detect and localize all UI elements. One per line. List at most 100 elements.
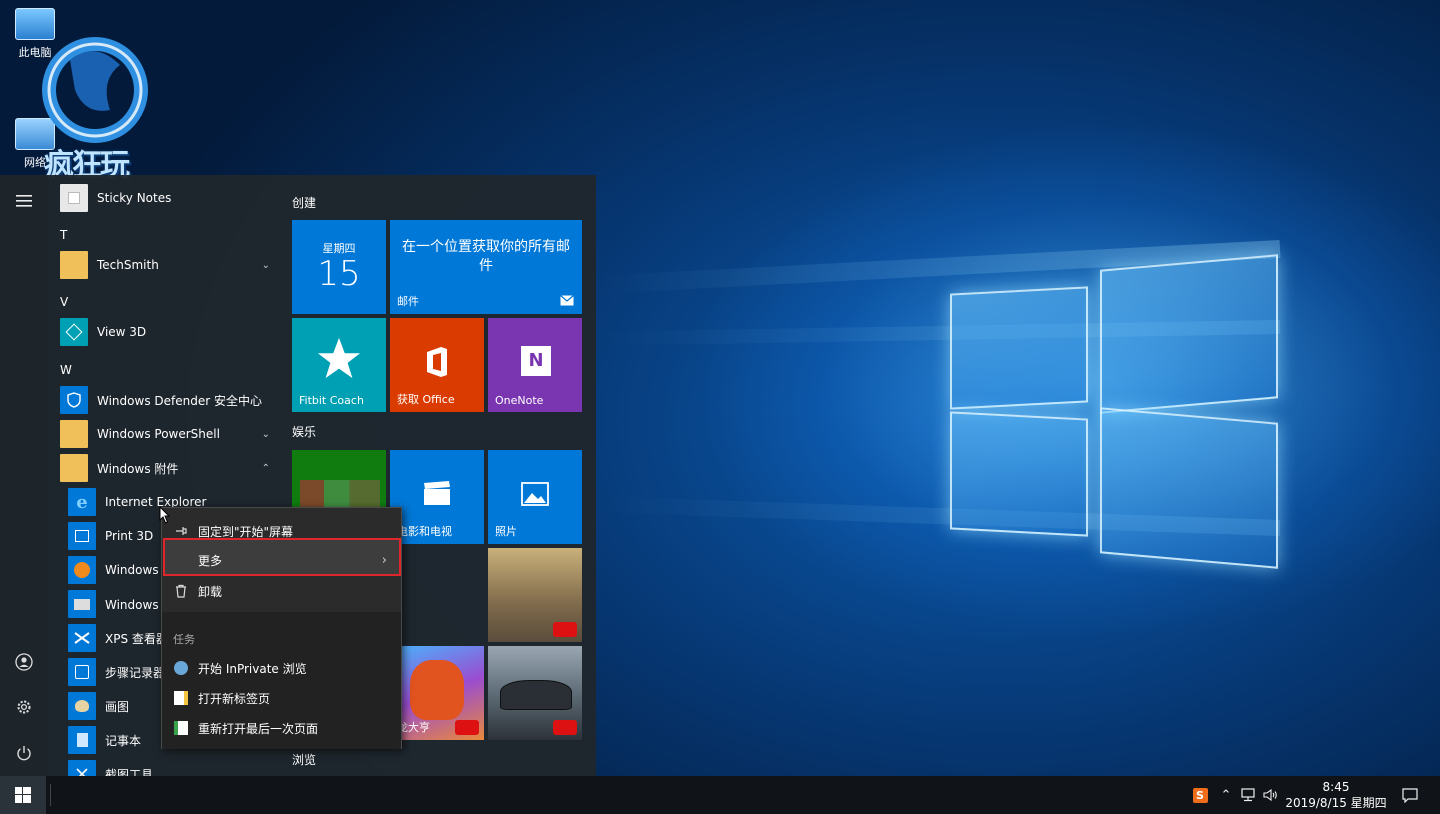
tile-label: 电影和电视 — [397, 525, 452, 538]
app-view-3d[interactable]: View 3D — [60, 316, 280, 348]
task-inprivate-item[interactable]: 开始 InPrivate 浏览 — [162, 653, 401, 683]
logo-pane-br — [1100, 407, 1278, 569]
chevron-up-icon: ⌃ — [261, 462, 270, 474]
app-label: 步骤记录器 — [105, 665, 166, 680]
expand-menu-button[interactable] — [0, 181, 48, 221]
user-account-button[interactable] — [0, 642, 48, 682]
more-item[interactable]: 更多 › — [162, 545, 401, 575]
app-label: 画图 — [105, 699, 130, 714]
folder-windows-accessories[interactable]: Windows 附件 ⌃ — [60, 452, 280, 484]
app-label: View 3D — [97, 325, 147, 339]
menu-item-label: 卸载 — [198, 584, 223, 599]
notepad-icon — [68, 726, 96, 754]
folder-icon — [60, 251, 88, 279]
hamburger-icon — [16, 195, 32, 207]
folder-icon — [60, 454, 88, 482]
tile-onenote[interactable]: N OneNote — [488, 318, 582, 412]
mail-headline: 在一个位置获取你的所有邮件 — [402, 239, 570, 274]
network-icon — [1241, 788, 1255, 802]
tile-label: 获取 Office — [397, 393, 455, 406]
menu-item-label: 重新打开最后一次页面 — [198, 721, 319, 736]
tile-label: Fitbit Coach — [299, 394, 364, 407]
tile-label: 照片 — [495, 525, 517, 538]
dragon-image — [410, 660, 464, 720]
gameloft-badge — [455, 720, 479, 735]
tile-photos[interactable]: 照片 — [488, 450, 582, 544]
power-button[interactable] — [0, 733, 48, 773]
context-menu: 固定到"开始"屏幕 更多 › 卸载 任务 开始 InPrivate 浏览 打开新… — [161, 507, 402, 749]
paint-icon — [68, 692, 96, 720]
user-icon — [15, 653, 33, 671]
notification-icon — [1402, 787, 1418, 803]
tile-fitbit-coach[interactable]: Fitbit Coach — [292, 318, 386, 412]
snipping-icon — [68, 760, 96, 776]
app-sticky-notes[interactable]: Sticky Notes — [60, 182, 280, 214]
group-title-create[interactable]: 创建 — [292, 194, 316, 211]
print3d-icon — [68, 522, 96, 550]
reopen-page-icon — [174, 721, 188, 735]
app-label: TechSmith — [97, 258, 159, 272]
ie-icon — [174, 661, 188, 675]
action-center-button[interactable] — [1398, 776, 1422, 814]
power-icon — [17, 746, 31, 761]
tile-game-dragon[interactable]: 龙大亨 — [390, 646, 484, 740]
tile-game-asphalt[interactable] — [488, 646, 582, 740]
chevron-down-icon: ⌄ — [261, 428, 270, 440]
pin-icon — [176, 527, 187, 535]
letter-header-t[interactable]: T — [60, 228, 67, 242]
xps-icon — [68, 624, 96, 652]
tile-calendar[interactable]: 星期四 15 — [292, 220, 386, 314]
chevron-down-icon: ⌄ — [261, 259, 270, 271]
app-label: Windows 附件 — [97, 461, 179, 476]
ie-icon: e — [68, 488, 96, 516]
folder-techsmith[interactable]: TechSmith ⌄ — [60, 249, 280, 281]
folder-icon — [60, 420, 88, 448]
app-label: Windows PowerShell — [97, 427, 220, 441]
start-button[interactable] — [0, 776, 46, 814]
group-title-entertainment[interactable]: 娱乐 — [292, 423, 316, 440]
tile-get-office[interactable]: 获取 Office — [390, 318, 484, 412]
clock[interactable]: 8:45 2019/8/15 星期四 — [1278, 779, 1394, 811]
clock-time: 8:45 — [1322, 780, 1350, 794]
logo-pane-tr — [1100, 254, 1278, 414]
app-label: 截图工具 — [105, 767, 154, 777]
tile-game-empires[interactable] — [488, 548, 582, 642]
gameloft-badge — [553, 622, 577, 637]
new-tab-icon — [174, 691, 188, 705]
app-snipping-tool[interactable]: 截图工具 — [68, 758, 280, 776]
app-windows-defender[interactable]: Windows Defender 安全中心 — [60, 384, 280, 416]
group-title-browse[interactable]: 浏览 — [292, 751, 316, 768]
tile-label: 邮件 — [397, 295, 419, 308]
folder-windows-powershell[interactable]: Windows PowerShell ⌄ — [60, 418, 280, 450]
network-button[interactable] — [1238, 776, 1260, 814]
logo-pane-tl — [950, 286, 1088, 410]
office-icon — [427, 347, 447, 377]
app-label: 记事本 — [105, 733, 142, 748]
taskbar: S ⌃ 8:45 2019/8/15 星期四 — [0, 776, 1440, 814]
show-hidden-icons-button[interactable]: ⌃ — [1216, 776, 1236, 814]
tile-mail[interactable]: 在一个位置获取你的所有邮件 邮件 — [390, 220, 582, 314]
clapperboard-icon — [424, 481, 450, 505]
settings-button[interactable] — [0, 687, 48, 727]
race-car-image — [500, 680, 572, 710]
task-reopen-item[interactable]: 重新打开最后一次页面 — [162, 713, 401, 743]
menu-item-label: 开始 InPrivate 浏览 — [198, 661, 307, 676]
letter-header-v[interactable]: V — [60, 295, 68, 309]
clock-date: 2019/8/15 星期四 — [1285, 796, 1387, 810]
letter-header-w[interactable]: W — [60, 363, 72, 377]
task-new-tab-item[interactable]: 打开新标签页 — [162, 683, 401, 713]
app-label: Print 3D — [105, 529, 154, 543]
sougou-icon: S — [1192, 787, 1208, 803]
logo-pane-bl — [950, 411, 1088, 537]
calendar-date: 15 — [317, 254, 361, 294]
photo-icon — [521, 482, 549, 506]
uninstall-item[interactable]: 卸载 — [162, 576, 401, 606]
fax-icon — [68, 590, 96, 618]
shield-icon — [60, 386, 88, 414]
sougou-ime-button[interactable]: S — [1188, 776, 1212, 814]
onenote-icon: N — [521, 346, 551, 376]
star-icon — [317, 337, 361, 379]
tile-movies-tv[interactable]: 电影和电视 — [390, 450, 484, 544]
menu-item-label: 固定到"开始"屏幕 — [198, 524, 294, 539]
taskbar-divider — [50, 784, 51, 806]
